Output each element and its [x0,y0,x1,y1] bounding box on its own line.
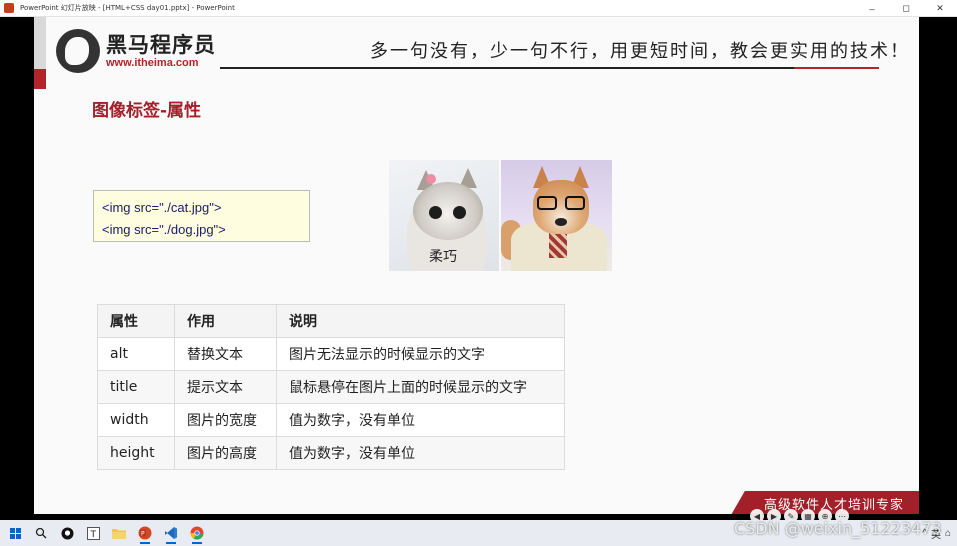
svg-text:P: P [141,531,145,538]
table-row: height 图片的高度 值为数字，没有单位 [97,436,565,470]
table-cell: 图片的高度 [174,436,277,470]
left-red-block [34,69,46,89]
github-icon[interactable] [56,522,78,544]
dog-nose [555,218,567,226]
slogan-underline [220,67,879,69]
table-cell: alt [97,337,175,371]
table-cell: 图片的宽度 [174,403,277,437]
cat-face [413,182,483,240]
code-line: <img src="./cat.jpg"> [102,200,222,215]
logo-url: www.itheima.com [106,56,199,69]
vscode-icon[interactable] [160,522,182,544]
cat-caption: 柔巧 [429,249,457,265]
slide[interactable]: 黑马程序员 www.itheima.com 多一句没有，少一句不行，用更短时间，… [34,17,919,514]
attribute-table: 属性 作用 说明 alt 替换文本 图片无法显示的时候显示的文字 title 提… [97,304,565,470]
itheima-logo: 黑马程序员 www.itheima.com [56,29,216,73]
csdn-watermark: CSDN @weixin_51223473 [734,519,942,538]
window-title: PowerPoint 幻灯片放映 - [HTML+CSS day01.pptx]… [20,4,235,12]
table-cell: 替换文本 [174,337,277,371]
table-row: title 提示文本 鼠标悬停在图片上面的时候显示的文字 [97,370,565,404]
table-cell: 值为数字，没有单位 [276,436,565,470]
typora-icon[interactable]: T [82,522,104,544]
dog-lens-right [565,196,585,210]
file-explorer-icon[interactable] [108,522,130,544]
slideshow-viewport[interactable]: 黑马程序员 www.itheima.com 多一句没有，少一句不行，用更短时间，… [0,17,957,523]
cat-eye-left [429,206,442,219]
close-button[interactable]: ✕ [923,0,957,17]
table-cell: 鼠标悬停在图片上面的时候显示的文字 [276,370,565,404]
table-row: width 图片的宽度 值为数字，没有单位 [97,403,565,437]
cat-eye-right [453,206,466,219]
dog-image [501,160,612,271]
table-header-cell: 作用 [174,304,277,338]
slide-heading: 图像标签-属性 [92,101,202,121]
cat-image: 柔巧 [389,160,499,271]
slogan: 多一句没有，少一句不行，用更短时间，教会更实用的技术！ [370,41,910,62]
horse-logo-icon [56,29,100,73]
table-row: alt 替换文本 图片无法显示的时候显示的文字 [97,337,565,371]
logo-text: 黑马程序员 www.itheima.com [106,33,216,70]
table-cell: 提示文本 [174,370,277,404]
table-cell: width [97,403,175,437]
code-line: <img src="./dog.jpg"> [102,222,226,237]
slogan-underline-accent [794,67,879,69]
search-icon[interactable] [30,522,52,544]
maximize-button[interactable]: ◻ [889,0,923,17]
cat-bow [426,174,436,184]
table-header-row: 属性 作用 说明 [97,304,565,338]
powerpoint-icon[interactable]: P [134,522,156,544]
logo-chinese-name: 黑马程序员 [106,32,216,57]
dog-glasses [537,196,587,210]
table-header-cell: 属性 [97,304,175,338]
table-cell: 图片无法显示的时候显示的文字 [276,337,565,371]
powerpoint-icon [4,3,14,13]
window-controls: – ◻ ✕ [855,0,957,17]
table-cell: 值为数字，没有单位 [276,403,565,437]
chrome-icon[interactable] [186,522,208,544]
table-cell: title [97,370,175,404]
svg-text:T: T [89,530,96,540]
table-header-cell: 说明 [276,304,565,338]
network-icon[interactable]: ⌂ [945,528,951,539]
left-gray-strip [34,17,46,69]
window-titlebar: PowerPoint 幻灯片放映 - [HTML+CSS day01.pptx]… [0,0,957,17]
start-icon[interactable] [4,522,26,544]
minimize-button[interactable]: – [855,0,889,17]
dog-lens-left [537,196,557,210]
code-example-box: <img src="./cat.jpg"> <img src="./dog.jp… [93,190,310,242]
table-cell: height [97,436,175,470]
